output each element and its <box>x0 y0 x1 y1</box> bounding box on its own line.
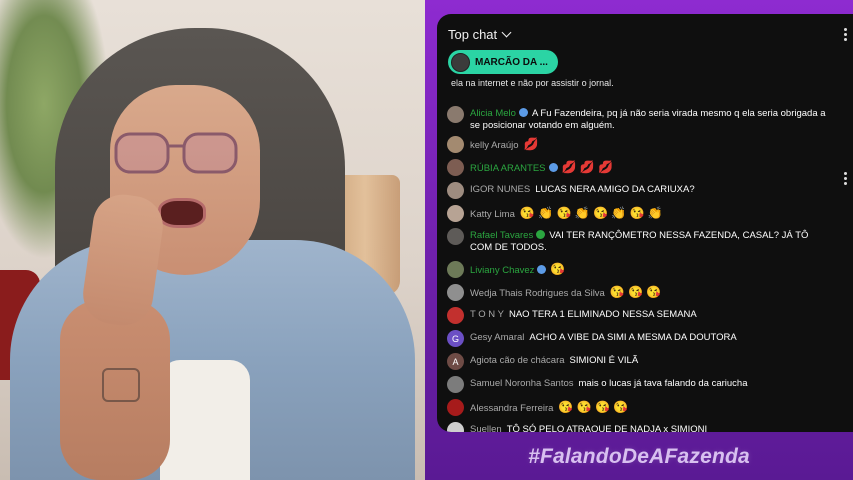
emoji-icons: 💋 💋 💋 <box>561 160 614 174</box>
emoji-icons: 😘 👏 😘 👏 😘 👏 😘 👏 <box>519 206 663 220</box>
chat-message[interactable]: T O N Y NAO TERA 1 ELIMINADO NESSA SEMANA <box>447 307 831 324</box>
chat-mode-selector[interactable]: Top chat <box>448 25 512 43</box>
avatar[interactable] <box>447 307 464 324</box>
emoji-icons: 😘 😘 😘 😘 <box>558 400 629 414</box>
emoji-icons: 😘 <box>550 262 566 276</box>
chat-message[interactable]: kelly Araújo 💋 <box>447 136 831 153</box>
more-options-icon[interactable] <box>844 28 847 41</box>
avatar <box>451 52 470 72</box>
message-body: Liviany Chavez 😘 <box>470 263 831 277</box>
author-name[interactable]: Samuel Noronha Santos <box>470 378 574 389</box>
avatar[interactable] <box>447 106 464 123</box>
avatar[interactable] <box>447 422 464 432</box>
presenter-shirt <box>160 360 250 480</box>
message-body: Rafael Tavares VAI TER RANÇÔMETRO NESSA F… <box>470 230 831 254</box>
chat-title: Top chat <box>448 26 498 42</box>
message-text: ACHO A VIBE DA SIMI A MESMA DA DOUTORA <box>529 332 737 343</box>
author-name[interactable]: Gesy Amaral <box>470 332 524 343</box>
chat-messages: ela na internet e não por assistir o jor… <box>437 76 853 432</box>
chat-message[interactable]: A Agiota cão de chácara SIMIONI É VILÃ <box>447 353 831 370</box>
message-body: Gesy Amaral ACHO A VIBE DA SIMI A MESMA D… <box>470 332 831 344</box>
avatar[interactable] <box>447 159 464 176</box>
avatar[interactable] <box>447 182 464 199</box>
message-text: TÔ SÓ PELO ATRAQUE DE NADJA x SIMIONI <box>506 424 708 432</box>
pinned-chip[interactable]: MARCÃO DA ... <box>448 50 558 74</box>
avatar[interactable]: G <box>447 330 464 347</box>
hashtag-banner: #FalandoDeAFazenda <box>528 445 750 468</box>
author-name[interactable]: Alessandra Ferreira <box>470 403 553 414</box>
message-body: kelly Araújo 💋 <box>470 138 831 152</box>
chat-message[interactable]: IGOR NUNES LUCAS NERA AMIGO DA CARIUXA? <box>447 182 831 199</box>
chat-message[interactable]: Liviany Chavez 😘 <box>447 261 831 278</box>
emoji-icons: 💋 <box>523 137 539 151</box>
avatar[interactable] <box>447 376 464 393</box>
chat-message[interactable]: Suellen TÔ SÓ PELO ATRAQUE DE NADJA x SIM… <box>447 422 831 432</box>
avatar[interactable] <box>447 399 464 416</box>
message-text: NAO TERA 1 ELIMINADO NESSA SEMANA <box>508 309 697 320</box>
tattoo-icon <box>102 368 140 402</box>
author-name[interactable]: Wedja Thais Rodrigues da Silva <box>470 288 605 299</box>
member-badge-icon <box>548 163 558 172</box>
author-name[interactable]: Agiota cão de chácara <box>470 355 565 366</box>
glasses-icon <box>114 132 238 174</box>
video-frame <box>0 0 425 480</box>
avatar[interactable]: A <box>447 353 464 370</box>
member-badge-icon <box>537 265 547 274</box>
chat-message[interactable]: Rafael Tavares VAI TER RANÇÔMETRO NESSA F… <box>447 228 831 254</box>
message-body: Suellen TÔ SÓ PELO ATRAQUE DE NADJA x SIM… <box>470 424 831 432</box>
author-name[interactable]: IGOR NUNES <box>470 184 530 195</box>
message-menu-icon[interactable] <box>844 172 847 185</box>
chat-message[interactable]: RÚBIA ARANTES 💋 💋 💋 <box>447 159 831 176</box>
message-body: Katty Lima 😘 👏 😘 👏 😘 👏 😘 👏 <box>470 207 831 221</box>
author-name[interactable]: Rafael Tavares <box>470 230 533 241</box>
author-name[interactable]: RÚBIA ARANTES <box>470 163 546 174</box>
avatar[interactable] <box>447 205 464 222</box>
message-text: mais o lucas já tava falando da cariucha <box>578 378 748 389</box>
avatar[interactable] <box>447 261 464 278</box>
chat-message[interactable]: Samuel Noronha Santos mais o lucas já tav… <box>447 376 831 393</box>
author-name[interactable]: Liviany Chavez <box>470 265 534 276</box>
author-name[interactable]: Suellen <box>470 424 502 432</box>
message-body: Wedja Thais Rodrigues da Silva 😘 😘 😘 <box>470 286 831 300</box>
emoji-icons: 😘 😘 😘 <box>609 285 662 299</box>
avatar[interactable] <box>447 228 464 245</box>
chevron-down-icon <box>501 27 512 37</box>
member-badge-icon <box>518 108 528 117</box>
live-chat-panel: Top chat MARCÃO DA ... ela na internet e… <box>437 14 853 432</box>
chat-message[interactable]: Katty Lima 😘 👏 😘 👏 😘 👏 😘 👏 <box>447 205 831 222</box>
chat-message[interactable]: Alessandra Ferreira 😘 😘 😘 😘 <box>447 399 831 416</box>
presenter-mouth <box>158 198 206 228</box>
message-body: Alicia Melo A Fu Fazendeira, pq já não se… <box>470 108 831 132</box>
truncated-message: ela na internet e não por assistir o jor… <box>451 78 614 88</box>
author-name[interactable]: kelly Araújo <box>470 140 519 151</box>
message-body: Samuel Noronha Santos mais o lucas já tav… <box>470 378 831 390</box>
message-body: Agiota cão de chácara SIMIONI É VILÃ <box>470 355 831 367</box>
pinned-label: MARCÃO DA ... <box>475 56 548 68</box>
author-name[interactable]: T O N Y <box>470 309 504 320</box>
member-badge-icon <box>536 230 546 239</box>
message-text: SIMIONI É VILÃ <box>569 355 639 366</box>
message-body: RÚBIA ARANTES 💋 💋 💋 <box>470 161 831 175</box>
chat-message[interactable]: G Gesy Amaral ACHO A VIBE DA SIMI A MESMA … <box>447 330 831 347</box>
message-text: LUCAS NERA AMIGO DA CARIUXA? <box>535 184 695 195</box>
avatar[interactable] <box>447 284 464 301</box>
message-body: T O N Y NAO TERA 1 ELIMINADO NESSA SEMANA <box>470 309 831 321</box>
author-name[interactable]: Alicia Melo <box>470 108 516 119</box>
chat-message[interactable]: Wedja Thais Rodrigues da Silva 😘 😘 😘 <box>447 284 831 301</box>
message-body: Alessandra Ferreira 😘 😘 😘 😘 <box>470 401 831 415</box>
message-body: IGOR NUNES LUCAS NERA AMIGO DA CARIUXA? <box>470 184 831 196</box>
avatar[interactable] <box>447 136 464 153</box>
author-name[interactable]: Katty Lima <box>470 209 515 220</box>
chat-message[interactable]: Alicia Melo A Fu Fazendeira, pq já não se… <box>447 106 831 132</box>
